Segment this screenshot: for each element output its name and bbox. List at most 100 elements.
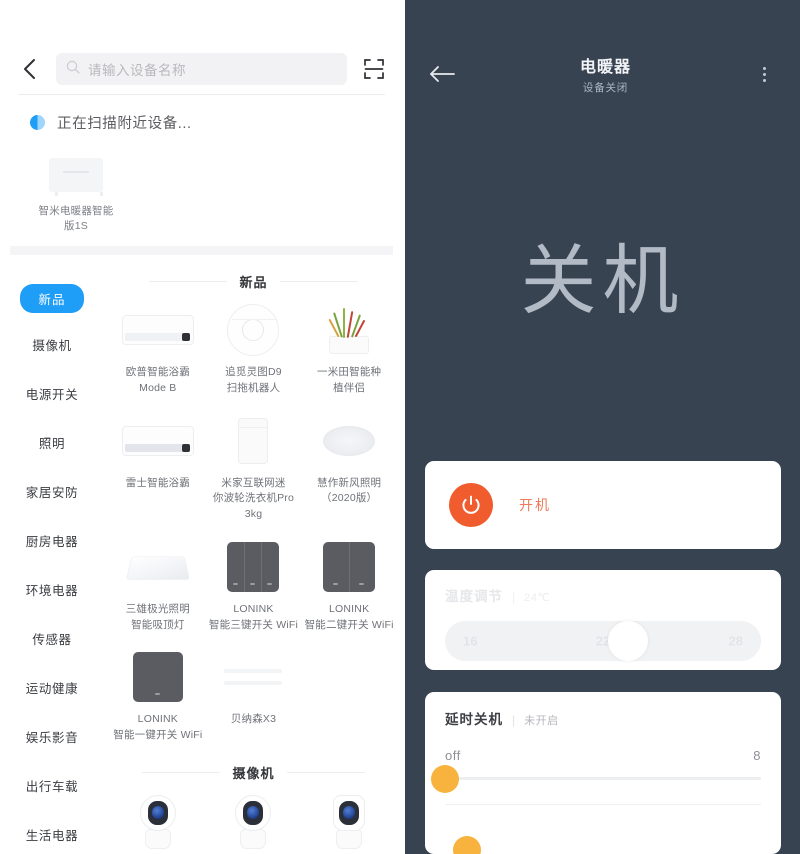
loading-spinner-icon [30, 115, 45, 130]
sidebar-item-lighting[interactable]: 照明 [0, 418, 104, 467]
category-sidebar: 新品 摄像机 电源开关 照明 家居安防 厨房电器 环境电器 传感器 运动健康 娱… [0, 262, 104, 854]
product-name: 米家互联网迷 你波轮洗衣机Pro 3kg [212, 476, 295, 521]
product-name: 雷士智能浴霸 [125, 476, 190, 489]
power-button[interactable] [449, 483, 493, 527]
product-card[interactable]: 欧普智能浴霸 Mode B [110, 296, 206, 407]
fan-light-icon [303, 413, 395, 469]
sidebar-item-sensor[interactable]: 传感器 [0, 614, 104, 663]
product-card[interactable]: 贝纳森X3 [206, 643, 302, 754]
topbar-divider [18, 94, 385, 95]
ceiling-lamp-icon [112, 539, 204, 595]
temperature-slider-knob[interactable] [608, 621, 649, 661]
scanning-status: 正在扫描附近设备... [30, 112, 192, 133]
delay-card-value: 未开启 [524, 715, 559, 727]
product-card[interactable]: 小米智能摄像机 云台版 [110, 788, 206, 854]
divider-line [279, 280, 358, 282]
product-name: 贝纳森X3 [230, 713, 277, 726]
switch-1gang-icon [112, 649, 204, 705]
power-card: 开机 [425, 461, 781, 549]
sidebar-item-lifestyle[interactable]: 生活电器 [0, 810, 104, 854]
product-card[interactable]: 米家互联网迷 你波轮洗衣机Pro 3kg [206, 407, 302, 533]
section-header-camera: 摄像机 [110, 758, 397, 788]
delay-min-label: off [445, 748, 461, 763]
device-status-text: 设备关闭 [582, 82, 629, 94]
divider-line [286, 772, 365, 774]
section-title: 新品 [239, 274, 268, 290]
product-name: 三雄极光照明 智能吸顶灯 [125, 602, 190, 631]
device-catalogue: 新品 摄像机 电源开关 照明 家居安防 厨房电器 环境电器 传感器 运动健康 娱… [0, 262, 403, 854]
product-card-empty [301, 643, 397, 754]
washing-machine-icon [208, 413, 300, 469]
found-device-label: 智米电暖器智能版1S [38, 205, 114, 233]
delay-slider-labels: off 8 [445, 748, 761, 763]
product-card[interactable]: 一米田智能种 植伴侣 [301, 296, 397, 407]
product-card[interactable]: 追觅灵图D9 扫拖机器人 [206, 296, 302, 407]
ac-unit-icon [112, 302, 204, 358]
switch-2gang-icon [303, 539, 395, 595]
product-card[interactable]: 雷士智能浴霸 [110, 407, 206, 533]
arrow-left-icon[interactable] [429, 59, 459, 89]
sidebar-item-home-security[interactable]: 家居安防 [0, 467, 104, 516]
camera-icon [112, 794, 204, 850]
chevron-left-icon[interactable] [18, 56, 40, 82]
scanning-status-text: 正在扫描附近设备... [57, 116, 192, 132]
product-name: LONINK 智能一键开关 WiFi [113, 713, 203, 741]
product-name: 欧普智能浴霸 Mode B [125, 366, 190, 394]
delay-slider[interactable] [431, 764, 761, 793]
switch-3gang-icon [208, 539, 300, 595]
found-device-item[interactable]: 智米电暖器智能版1S [38, 158, 114, 234]
smart-planter-icon [303, 302, 395, 358]
product-card[interactable]: 小米智能摄像机 云台版 Pro [301, 788, 397, 854]
delay-max-label: 8 [753, 748, 761, 763]
delay-card-divider [445, 804, 761, 805]
sidebar-item-new[interactable]: 新品 [0, 276, 104, 320]
power-button-label: 开机 [519, 497, 551, 513]
product-card[interactable]: LONINK 智能一键开关 WiFi [110, 643, 206, 754]
temperature-card-header: 温度调节 | 24℃ [445, 585, 761, 605]
device-title-block: 电暖器 设备关闭 [459, 53, 752, 95]
camera-square-icon [303, 794, 395, 850]
product-card[interactable]: LONINK 智能二键开关 WiFi [301, 533, 397, 644]
product-name: 慧作新风照明 （2020版） [317, 476, 382, 505]
product-name: LONINK 智能三键开关 WiFi [208, 602, 299, 631]
page-title: 电暖器 [579, 59, 631, 76]
delay-shutdown-card: 延时关机 | 未开启 off 8 [425, 692, 781, 854]
category-products: 新品 欧普智能浴霸 Mode B 追觅灵图D9 扫拖机器人 一米田智能种 植伴侣… [104, 262, 403, 854]
add-device-panel: 请输入设备名称 正在扫描附近设备... 智米电暖器智能版1S 新品 摄像机 电源… [0, 0, 403, 854]
product-name: 追觅灵图D9 扫拖机器人 [225, 366, 282, 394]
more-vertical-icon[interactable] [752, 66, 776, 82]
delay-card-title: 延时关机 [445, 712, 503, 727]
section-title: 摄像机 [232, 766, 275, 782]
search-placeholder: 请输入设备名称 [88, 63, 186, 78]
robot-vacuum-icon [208, 302, 300, 358]
product-name: 一米田智能种 植伴侣 [317, 366, 382, 394]
left-topbar: 请输入设备名称 [0, 44, 403, 94]
search-input[interactable]: 请输入设备名称 [56, 53, 347, 85]
product-grid-new: 欧普智能浴霸 Mode B 追觅灵图D9 扫拖机器人 一米田智能种 植伴侣 雷士… [110, 296, 397, 754]
sidebar-item-health[interactable]: 运动健康 [0, 663, 104, 712]
temperature-slider[interactable]: 16 22 28 [445, 621, 761, 661]
device-header: 电暖器 设备关闭 [405, 48, 800, 100]
device-detail-panel: 电暖器 设备关闭 关机 开机 温度调节 | 24℃ 16 22 28 延时关机 … [403, 0, 800, 854]
temperature-card-separator: | [512, 590, 516, 604]
sidebar-item-environment[interactable]: 环境电器 [0, 565, 104, 614]
product-card[interactable]: 三雄极光照明 智能吸顶灯 [110, 533, 206, 644]
sidebar-item-travel[interactable]: 出行车载 [0, 761, 104, 810]
temperature-card-title: 温度调节 [445, 589, 503, 604]
sidebar-item-entertainment[interactable]: 娱乐影音 [0, 712, 104, 761]
secondary-slider-knob[interactable] [453, 836, 481, 854]
delay-slider-knob[interactable] [431, 764, 459, 793]
power-icon [462, 495, 480, 514]
ac-unit-icon [112, 413, 204, 469]
temperature-tick-min: 16 [463, 633, 478, 649]
sidebar-item-camera[interactable]: 摄像机 [0, 320, 104, 369]
search-icon [66, 60, 80, 79]
product-card[interactable]: LONINK 智能三键开关 WiFi [206, 533, 302, 644]
divider-line [142, 772, 221, 774]
heater-device-icon [49, 158, 103, 196]
sidebar-item-kitchen[interactable]: 厨房电器 [0, 516, 104, 565]
sidebar-item-power-switch[interactable]: 电源开关 [0, 369, 104, 418]
product-card[interactable]: 小米智能摄像机 云台版 WiFi [206, 788, 302, 854]
product-card[interactable]: 慧作新风照明 （2020版） [301, 407, 397, 533]
scan-qr-icon[interactable] [363, 58, 385, 80]
